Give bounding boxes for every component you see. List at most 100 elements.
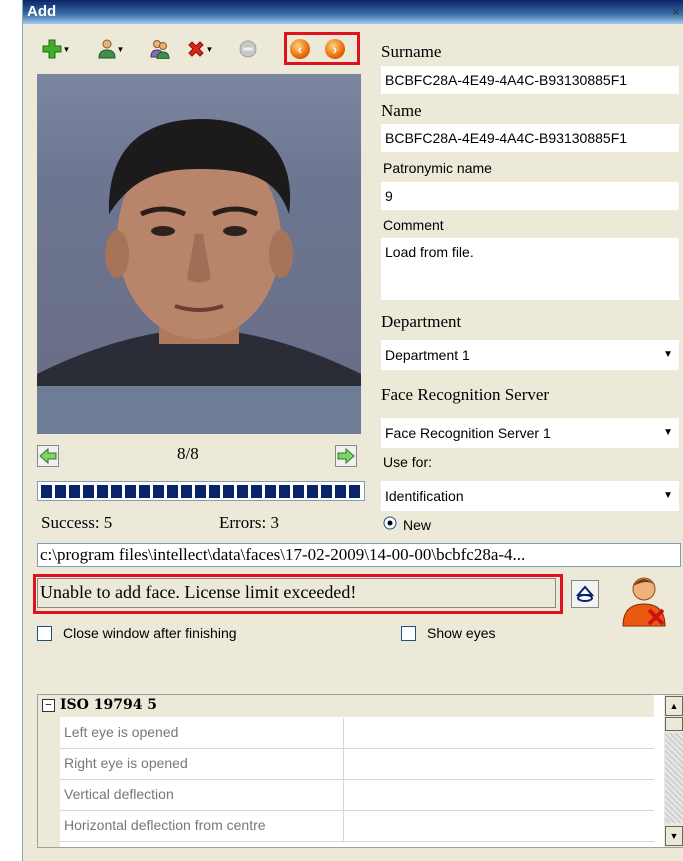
photo-counter: 8/8: [177, 444, 199, 463]
scroll-up-button[interactable]: ▲: [665, 696, 683, 716]
orange-left-icon: ‹: [290, 39, 310, 59]
progress-segment: [349, 485, 360, 498]
grid-row-label: Horizontal deflection from centre: [60, 811, 344, 841]
progress-segment: [265, 485, 276, 498]
property-grid: − ISO 19794 5 Left eye is opened Right e…: [37, 694, 683, 848]
success-count: Success: 5: [41, 513, 113, 532]
patronymic-label: Patronymic name: [383, 160, 492, 176]
next-frame-button[interactable]: ›: [322, 36, 348, 62]
grid-row[interactable]: Right eye is opened: [60, 749, 654, 780]
server-value: Face Recognition Server 1: [385, 425, 551, 441]
server-select[interactable]: Face Recognition Server 1 ▼: [381, 418, 679, 448]
progress-segment: [209, 485, 220, 498]
chevron-down-icon: ▼: [205, 44, 214, 54]
green-right-arrow-icon: [337, 447, 355, 465]
status-message: Unable to add face. License limit exceed…: [37, 578, 556, 608]
file-path-field[interactable]: c:\program files\intellect\data\faces\17…: [37, 543, 681, 567]
name-label: Name: [381, 101, 422, 120]
department-select[interactable]: Department 1 ▼: [381, 340, 679, 370]
progress-segment: [195, 485, 206, 498]
grid-row[interactable]: Left eye is opened: [60, 718, 654, 749]
chevron-down-icon: ▼: [62, 44, 71, 54]
next-photo-button[interactable]: [335, 445, 357, 467]
disabled-button[interactable]: [235, 36, 261, 62]
grid-group-header[interactable]: − ISO 19794 5: [38, 695, 654, 717]
progress-segment: [181, 485, 192, 498]
orange-right-icon: ›: [325, 39, 345, 59]
window-title: Add: [27, 3, 57, 20]
progress-segment: [223, 485, 234, 498]
prev-photo-button[interactable]: [37, 445, 59, 467]
progress-segment: [153, 485, 164, 498]
person-menu-button[interactable]: ▼: [93, 36, 129, 62]
show-eyes-label: Show eyes: [427, 625, 496, 641]
grid-row[interactable]: Horizontal deflection from centre: [60, 811, 654, 842]
progress-segment: [251, 485, 262, 498]
surname-field[interactable]: BCBFC28A-4E49-4A4C-B93130885F1: [381, 66, 679, 94]
prev-frame-button[interactable]: ‹: [287, 36, 313, 62]
progress-bar: [37, 481, 365, 501]
progress-segment: [279, 485, 290, 498]
progress-segment: [293, 485, 304, 498]
scroll-down-button[interactable]: ▼: [665, 826, 683, 846]
name-field[interactable]: BCBFC28A-4E49-4A4C-B93130885F1: [381, 124, 679, 152]
patronymic-field[interactable]: 9: [381, 182, 679, 210]
gray-circle-icon: [239, 40, 257, 58]
department-value: Department 1: [385, 347, 470, 363]
show-eyes-checkbox[interactable]: [401, 626, 416, 641]
progress-segment: [237, 485, 248, 498]
progress-segment: [335, 485, 346, 498]
plus-green-icon: [42, 39, 62, 59]
eject-icon: [575, 585, 595, 602]
close-button[interactable]: ×: [670, 6, 682, 18]
progress-segment: [111, 485, 122, 498]
progress-segment: [321, 485, 332, 498]
progress-segment: [97, 485, 108, 498]
add-button[interactable]: ▼: [37, 36, 75, 62]
department-label: Department: [381, 312, 462, 331]
user-error-icon: [621, 574, 667, 628]
grid-row[interactable]: Vertical deflection: [60, 780, 654, 811]
use-for-value: Identification: [385, 488, 464, 504]
red-x-icon: [187, 41, 204, 57]
chevron-down-icon: ▼: [663, 427, 673, 438]
face-photo: [37, 74, 361, 434]
radio-checked-icon: [383, 516, 397, 530]
use-for-select[interactable]: Identification ▼: [381, 481, 679, 511]
persons-icon: [150, 40, 170, 59]
title-bar[interactable]: Add ×: [23, 0, 683, 24]
grid-gutter: [38, 717, 60, 847]
scroll-thumb[interactable]: [665, 717, 683, 731]
delete-button[interactable]: ▼: [181, 36, 219, 62]
grid-row-label: Left eye is opened: [60, 718, 344, 748]
chevron-down-icon: ▼: [116, 44, 125, 54]
scroll-track[interactable]: [665, 733, 683, 823]
errors-count: Errors: 3: [219, 513, 279, 532]
grid-group-label: ISO 19794 5: [60, 697, 158, 713]
progress-segment: [55, 485, 66, 498]
progress-segment: [41, 485, 52, 498]
progress-segment: [307, 485, 318, 498]
progress-segment: [69, 485, 80, 498]
close-window-checkbox[interactable]: [37, 626, 52, 641]
close-window-label: Close window after finishing: [63, 625, 237, 641]
green-left-arrow-icon: [39, 447, 57, 465]
new-label: New: [403, 517, 432, 533]
grid-row-label: Vertical deflection: [60, 780, 344, 810]
chevron-down-icon: ▼: [663, 349, 673, 360]
grid-scrollbar[interactable]: ▲ ▼: [664, 695, 683, 847]
progress-segment: [167, 485, 178, 498]
progress-segment: [125, 485, 136, 498]
surname-label: Surname: [381, 42, 442, 61]
comment-field[interactable]: Load from file.: [381, 238, 679, 300]
collapse-icon[interactable]: −: [42, 699, 55, 712]
comment-label: Comment: [383, 217, 444, 233]
server-label: Face Recognition Server: [381, 385, 550, 404]
new-radio[interactable]: [383, 516, 399, 532]
person-icon: [98, 39, 116, 59]
progress-segment: [139, 485, 150, 498]
persons-button[interactable]: [147, 36, 173, 62]
add-face-window: Add × ▼ ▼ ▼ ‹ › 8/8 Success: 5 Errors: 3…: [22, 0, 683, 861]
eject-button[interactable]: [571, 580, 599, 608]
use-for-label: Use for:: [383, 454, 433, 470]
